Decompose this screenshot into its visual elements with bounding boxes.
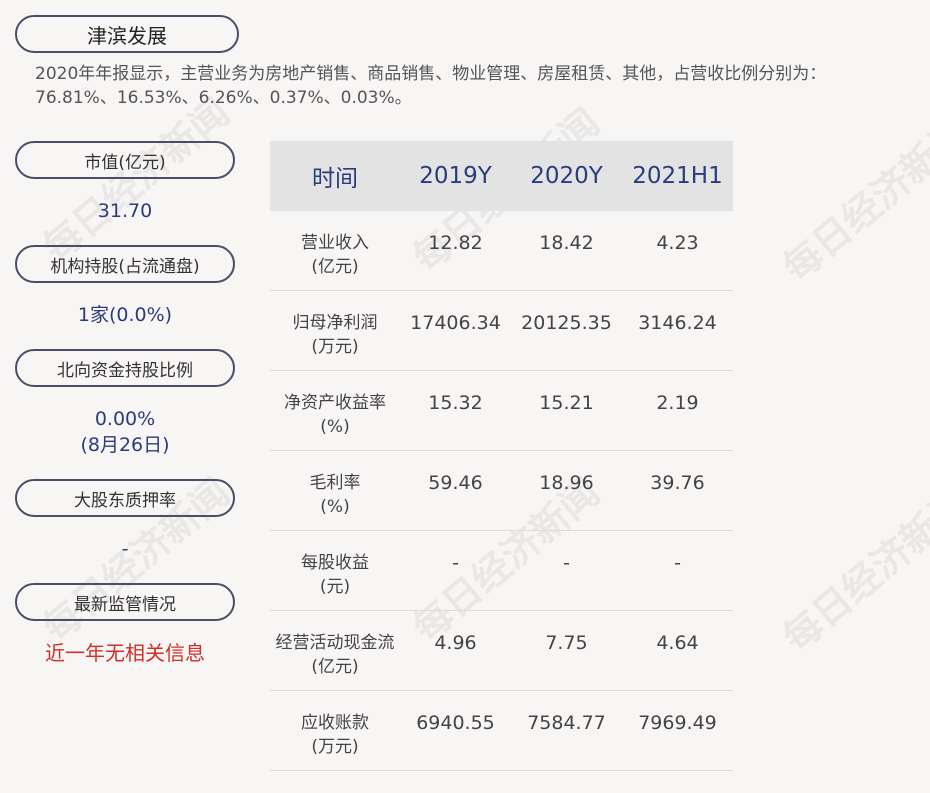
row-value: 7584.77 (527, 712, 606, 734)
row-value: - (674, 552, 681, 574)
row-value: 4.23 (656, 232, 699, 254)
row-metric-name: 经营活动现金流 (275, 633, 395, 653)
row-metric-unit: (万元) (311, 337, 359, 357)
row-value: 12.82 (428, 232, 483, 254)
row-value: 6940.55 (416, 712, 495, 734)
row-metric-unit: (元) (319, 577, 351, 597)
row-metric-unit: (万元) (311, 737, 359, 757)
row-value: 15.21 (539, 392, 594, 414)
table-row: 经营活动现金流 (亿元) 4.96 7.75 4.64 (270, 611, 733, 691)
table-row: 归母净利润 (万元) 17406.34 20125.35 3146.24 (270, 291, 733, 371)
row-metric-unit: (亿元) (311, 257, 359, 277)
watermark: 每日经济新闻 (774, 110, 930, 291)
row-metric-name: 毛利率 (309, 473, 361, 493)
row-value: 7.75 (545, 632, 588, 654)
table-row: 净资产收益率 (%) 15.32 15.21 2.19 (270, 371, 733, 451)
pledge-value: - (121, 538, 129, 560)
row-metric-unit: (亿元) (311, 657, 359, 677)
row-value: 18.96 (539, 472, 594, 494)
header-2020: 2020Y (530, 163, 603, 189)
northbound-date: (8月26日) (80, 434, 170, 456)
market-cap-label: 市值(亿元) (15, 141, 235, 179)
header-time: 时间 (312, 166, 358, 192)
company-name: 津滨发展 (15, 15, 239, 53)
row-value: 59.46 (428, 472, 483, 494)
row-label: 经营活动现金流 (亿元) (270, 611, 400, 679)
regulation-label: 最新监管情况 (15, 583, 235, 621)
pledge-label: 大股东质押率 (15, 479, 235, 517)
institution-value: 1家(0.0%) (77, 304, 173, 326)
row-value: 17406.34 (410, 312, 501, 334)
table-header: 时间 2019Y 2020Y 2021H1 (270, 141, 733, 211)
row-label: 毛利率 (%) (270, 451, 400, 519)
table-row: 每股收益 (元) - - - (270, 531, 733, 611)
header-2019: 2019Y (419, 163, 492, 189)
row-value: 2.19 (656, 392, 699, 414)
row-metric-name: 净资产收益率 (284, 393, 386, 413)
row-value: - (563, 552, 570, 574)
row-label: 应收账款 (万元) (270, 691, 400, 759)
northbound-label: 北向资金持股比例 (15, 349, 235, 387)
row-metric-unit: (%) (320, 497, 350, 517)
regulation-value: 近一年无相关信息 (45, 641, 205, 665)
market-cap-value: 31.70 (97, 200, 153, 222)
row-label: 归母净利润 (万元) (270, 291, 400, 359)
row-metric-name: 应收账款 (301, 713, 369, 733)
financial-table: 时间 2019Y 2020Y 2021H1 营业收入 (亿元) 12.82 18.42… (270, 141, 733, 771)
row-label: 营业收入 (亿元) (270, 211, 400, 279)
watermark: 每日经济新闻 (774, 480, 930, 661)
row-metric-name: 营业收入 (301, 233, 369, 253)
row-value: 4.64 (656, 632, 699, 654)
row-label: 每股收益 (元) (270, 531, 400, 599)
row-value: 7969.49 (638, 712, 717, 734)
row-metric-name: 每股收益 (301, 553, 369, 573)
table-row: 营业收入 (亿元) 12.82 18.42 4.23 (270, 211, 733, 291)
row-value: 20125.35 (521, 312, 612, 334)
row-metric-unit: (%) (320, 417, 350, 437)
header-2021h1: 2021H1 (632, 163, 723, 189)
institution-label: 机构持股(占流通盘) (15, 245, 235, 283)
row-value: 39.76 (650, 472, 705, 494)
row-value: 3146.24 (638, 312, 717, 334)
row-label: 净资产收益率 (%) (270, 371, 400, 439)
table-row: 应收账款 (万元) 6940.55 7584.77 7969.49 (270, 691, 733, 771)
row-value: - (452, 552, 459, 574)
northbound-value: 0.00% (94, 408, 156, 430)
row-value: 4.96 (434, 632, 477, 654)
row-metric-name: 归母净利润 (292, 313, 378, 333)
row-value: 18.42 (539, 232, 594, 254)
row-value: 15.32 (428, 392, 483, 414)
table-row: 毛利率 (%) 59.46 18.96 39.76 (270, 451, 733, 531)
business-summary: 2020年年报显示，主营业务为房地产销售、商品销售、物业管理、房屋租赁、其他，占… (35, 64, 827, 108)
